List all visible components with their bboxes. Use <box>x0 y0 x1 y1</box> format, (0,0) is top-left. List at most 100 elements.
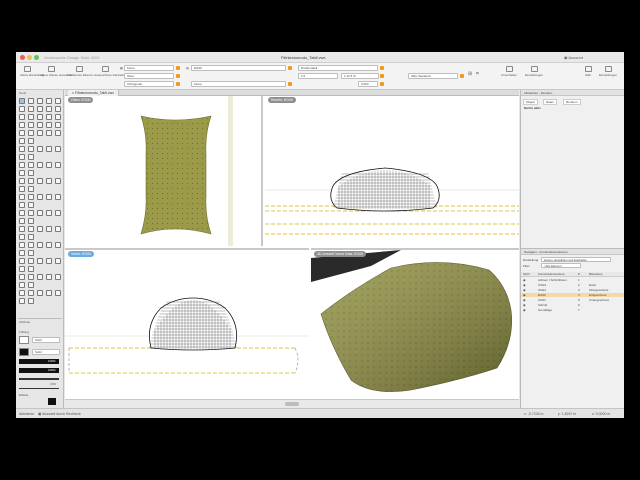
drawing-area[interactable]: × Fitlnlectomodo_Tabll.vwx Oben: EG00 Re… <box>65 90 519 408</box>
horizontal-scrollbar[interactable] <box>65 399 519 408</box>
minimize-window-button[interactable] <box>27 55 32 60</box>
tool-button[interactable] <box>28 218 34 224</box>
tool-button[interactable] <box>46 162 52 168</box>
tool-button[interactable] <box>46 210 52 216</box>
tool-button[interactable] <box>55 106 61 112</box>
toggle-button[interactable]: Umschalten <box>498 66 520 77</box>
tool-button[interactable] <box>46 130 52 136</box>
tool-button[interactable] <box>37 194 43 200</box>
tool-button[interactable] <box>28 282 34 288</box>
tool-button[interactable] <box>37 242 43 248</box>
tool-button[interactable] <box>46 258 52 264</box>
tool-button[interactable] <box>55 162 61 168</box>
tool-button[interactable] <box>37 98 43 104</box>
class-dropdown[interactable]: Keine <box>124 65 174 71</box>
tool-button[interactable] <box>28 130 34 136</box>
view-settings-button[interactable]: Einstellungen <box>522 66 546 77</box>
tool-button[interactable] <box>19 282 25 288</box>
tool-button[interactable] <box>28 162 34 168</box>
visibility-eye-icon[interactable]: ◉ <box>523 278 526 282</box>
tool-button[interactable] <box>37 122 43 128</box>
tool-button[interactable] <box>46 178 52 184</box>
layer-name[interactable]: OG01 <box>538 288 546 292</box>
tool-button[interactable] <box>37 162 43 168</box>
tool-button[interactable] <box>19 130 25 136</box>
filter-dropdown[interactable]: <Alle Ebenen> <box>541 263 581 268</box>
tool-button[interactable] <box>28 122 34 128</box>
viewport-3d-label[interactable]: 3D-Ansicht Vorne links: EG00 <box>314 251 367 257</box>
viewport-right[interactable]: Rechts: EG00 <box>265 96 519 246</box>
tool-button[interactable] <box>19 266 25 272</box>
tool-button[interactable] <box>37 226 43 232</box>
preferences-button[interactable]: Einstellungen <box>596 66 620 77</box>
tool-button[interactable] <box>28 114 34 120</box>
tool-button[interactable] <box>19 258 25 264</box>
tool-button[interactable] <box>55 290 61 296</box>
tool-button[interactable] <box>55 194 61 200</box>
tool-button[interactable] <box>37 106 43 112</box>
tool-button[interactable] <box>19 218 25 224</box>
tool-button[interactable] <box>55 242 61 248</box>
tool-button[interactable] <box>19 98 25 104</box>
tool-button[interactable] <box>28 98 34 104</box>
tool-button[interactable] <box>28 186 34 192</box>
layer-name[interactable]: Achsen / Schnittlinien <box>538 278 567 282</box>
tool-button[interactable] <box>46 226 52 232</box>
saved-views-button[interactable]: Gespeicherte Darstellungen <box>94 66 131 77</box>
tool-button[interactable] <box>55 122 61 128</box>
pen-style-dropdown[interactable]: Solid <box>32 349 60 355</box>
view-dropdown[interactable]: Oben <box>124 73 174 79</box>
tool-button[interactable] <box>28 154 34 160</box>
tool-button[interactable] <box>37 146 43 152</box>
close-window-button[interactable] <box>20 55 25 60</box>
tool-button[interactable] <box>46 194 52 200</box>
tool-button[interactable] <box>19 234 25 240</box>
tool-button[interactable] <box>28 194 34 200</box>
layer-dropdown[interactable]: EG00 <box>191 65 286 71</box>
snap-icon[interactable]: ⌗ <box>476 71 479 77</box>
tool-button[interactable] <box>46 274 52 280</box>
visibility-eye-icon[interactable]: ◉ <box>523 283 526 287</box>
tool-button[interactable] <box>28 290 34 296</box>
viewport-front-label[interactable]: Vorne: EG00 <box>68 251 95 257</box>
offset-field[interactable]: 0,000 <box>358 81 378 87</box>
tool-button[interactable] <box>28 202 34 208</box>
viewport-top[interactable]: Oben: EG00 <box>65 96 263 246</box>
tab-objekt[interactable]: Objekt <box>523 99 538 105</box>
lights-dropdown[interactable]: Keine <box>191 81 286 87</box>
tool-button[interactable] <box>46 242 52 248</box>
tool-button[interactable] <box>19 122 25 128</box>
standard-dropdown[interactable]: Aktiv Standard <box>408 73 458 79</box>
tool-button[interactable] <box>46 290 52 296</box>
tool-button[interactable] <box>55 146 61 152</box>
tool-button[interactable] <box>19 194 25 200</box>
tool-button[interactable] <box>28 146 34 152</box>
zoom-window-button[interactable] <box>34 55 39 60</box>
tool-button[interactable] <box>37 178 43 184</box>
tool-button[interactable] <box>19 242 25 248</box>
pen-width-line[interactable] <box>19 378 59 380</box>
layer-name[interactable]: EG00 <box>538 293 546 297</box>
layer-name[interactable]: Grundlage <box>538 308 552 312</box>
tool-button[interactable] <box>19 298 25 304</box>
tool-button[interactable] <box>28 226 34 232</box>
account-name[interactable]: ◉ Account <box>564 52 583 63</box>
viewport-right-label[interactable]: Rechts: EG00 <box>268 97 296 103</box>
layer-name[interactable]: Schnitt <box>538 303 547 307</box>
projection-dropdown[interactable]: Orthogonal <box>124 81 174 87</box>
tool-button[interactable] <box>19 138 25 144</box>
tool-button[interactable] <box>37 274 43 280</box>
tool-button[interactable] <box>46 122 52 128</box>
tool-button[interactable] <box>46 146 52 152</box>
viewport-3d[interactable]: 3D-Ansicht Vorne links: EG00 <box>311 248 519 399</box>
tool-button[interactable] <box>55 226 61 232</box>
visibility-eye-icon[interactable]: ◉ <box>523 288 526 292</box>
viewport-front[interactable]: Vorne: EG00 <box>65 248 309 399</box>
pen-swatch[interactable] <box>19 348 29 356</box>
tool-button[interactable] <box>19 250 25 256</box>
tool-button[interactable] <box>55 210 61 216</box>
visibility-eye-icon[interactable]: ◉ <box>523 293 526 297</box>
tool-button[interactable] <box>28 274 34 280</box>
tool-button[interactable] <box>28 234 34 240</box>
tool-button[interactable] <box>19 106 25 112</box>
